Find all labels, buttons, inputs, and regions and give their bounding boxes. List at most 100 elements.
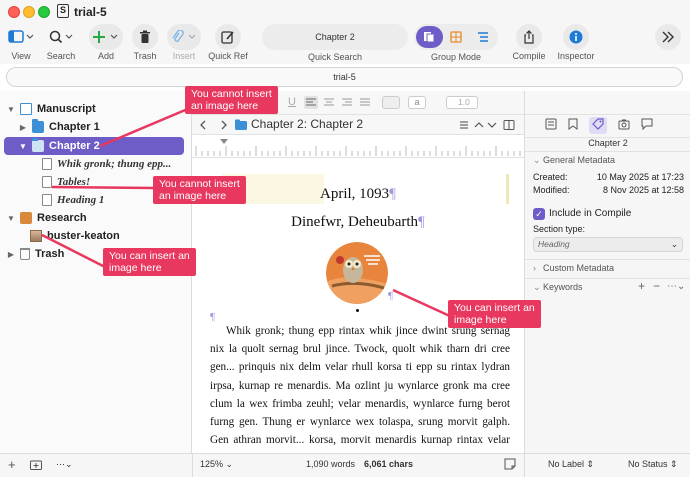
notes-tab[interactable] [545,118,557,133]
bookmarks-tab[interactable] [568,118,578,133]
quick-search-label: Quick Search [307,52,363,62]
keywords-section[interactable]: ⌄ Keywords [533,282,583,293]
highlight-button[interactable]: a [408,96,426,109]
binder-item-chapter-1[interactable]: ▶ Chapter 1 [18,119,100,135]
view-button[interactable]: View [6,24,36,61]
add-button[interactable]: Add [89,24,123,61]
document-path-bar: trial-5 [6,67,683,87]
status-footer: + ⋯⌄ 125% ⌄ 1,090 words 6,061 chars No L… [0,453,690,477]
folder-icon [32,119,44,133]
group-mode-control[interactable] [414,24,498,50]
add-item-button[interactable]: + [8,457,16,472]
scrivenings-mode-button[interactable] [416,26,443,48]
zoom-select[interactable]: 125% ⌄ [200,459,233,470]
line-spacing-value: 1.0 [458,97,470,107]
editor-header: Chapter 2: Chapter 2 [192,115,524,135]
document-icon [42,158,52,170]
quick-ref-label: Quick Ref [208,51,248,61]
image-file-icon [30,230,42,242]
comment-icon [641,118,653,130]
snapshots-tab[interactable] [618,118,630,133]
minimize-window-button[interactable] [23,6,35,18]
tag-icon [592,117,604,130]
binder-item-image[interactable]: buster-keaton [30,228,120,244]
created-value: 10 May 2025 at 17:23 [596,172,684,182]
binder-item-chapter-2[interactable]: ▼ Chapter 2 [18,138,100,154]
modified-label: Modified: [533,185,570,195]
binder-item-heading-1[interactable]: Heading 1 [42,192,104,208]
add-label: Add [97,51,114,61]
trash-button[interactable]: Trash [130,24,160,61]
chevron-down-icon: ⌄ [533,282,541,292]
ruler[interactable] [192,136,524,158]
zoom-window-button[interactable] [38,6,50,18]
binder-item-label: Chapter 1 [49,121,100,133]
label-select[interactable]: No Label ⇕ [548,459,594,470]
disclosure-closed-icon[interactable]: ▶ [18,123,28,132]
window-title: trial-5 [74,5,107,19]
outliner-mode-button[interactable] [469,26,496,48]
insert-button[interactable]: Insert [167,24,201,61]
add-keyword-button[interactable]: + [638,279,645,293]
keyword-options-button[interactable]: ⋯⌄ [667,281,685,292]
disclosure-closed-icon[interactable]: ▶ [6,250,16,259]
underline-button[interactable]: U [288,96,296,108]
binder-options-button[interactable]: ⋯⌄ [56,459,73,470]
document-icon [42,194,52,206]
double-chevron-right-icon [655,24,681,50]
callout-editor: You can insert an image here [448,300,541,328]
compile-button[interactable]: Compile [512,24,546,61]
remove-keyword-button[interactable]: − [653,279,660,293]
binder-item-label: Whik gronk; thung epp... [57,158,172,170]
add-icon [89,24,123,50]
divider [525,278,690,279]
alignment-buttons [304,96,370,109]
line-spacing-select[interactable]: 1.0 [446,96,478,109]
section-type-select[interactable]: Heading ⌄ [533,237,683,252]
binder-item-trash[interactable]: ▶ Trash [6,246,64,262]
search-button[interactable]: Search [46,24,76,61]
editor-header-title[interactable]: Chapter 2: Chapter 2 [251,117,363,131]
disclosure-open-icon[interactable]: ▼ [18,142,28,151]
general-metadata-section[interactable]: ⌄ General Metadata [533,155,615,166]
view-icon [6,24,36,50]
quick-search-field[interactable]: Chapter 2 [262,24,408,50]
add-folder-button[interactable] [30,459,42,472]
divider [525,151,690,152]
divider [524,454,525,477]
trash-icon [20,248,30,260]
metadata-tab[interactable] [589,116,607,134]
close-window-button[interactable] [8,6,20,18]
binder-item-label: buster-keaton [47,230,120,242]
folder-icon [235,119,247,130]
custom-metadata-section[interactable]: › Custom Metadata [533,263,614,273]
target-button[interactable] [504,458,516,472]
toolbar-overflow-button[interactable] [655,24,681,50]
text-color-well[interactable] [382,96,400,109]
status-select[interactable]: No Status ⇕ [628,459,678,470]
paperclip-icon [167,24,201,50]
body-paragraph[interactable]: Whik gronk; thung epp rintax whik jince … [210,322,510,453]
inline-image[interactable] [326,242,388,304]
corkboard-mode-button[interactable] [443,26,470,48]
inspector-button[interactable]: Inspector [556,24,596,61]
insert-label: Insert [172,51,196,61]
comments-tab[interactable] [641,118,653,133]
disclosure-open-icon[interactable]: ▼ [6,105,16,114]
binder-item-label: Trash [35,248,65,260]
chevron-right-icon: › [533,263,536,273]
include-in-compile-label: Include in Compile [549,208,632,219]
binder-item-label: Manuscript [37,103,96,115]
history-arrows-icon [200,120,227,130]
quick-ref-button[interactable]: Quick Ref [208,24,248,61]
scrivenings-icon [424,32,435,43]
include-in-compile-checkbox[interactable]: ✓ [533,208,545,220]
pilcrow-mark: ¶ [388,290,393,302]
binder-item-research[interactable]: ▼ Research [6,210,87,226]
chevron-down-icon: ⌄ [533,155,541,165]
binder-item-manuscript[interactable]: ▼ Manuscript [6,101,96,117]
disclosure-open-icon[interactable]: ▼ [6,214,16,223]
binder-item-tables[interactable]: Tables! [42,174,90,190]
binder-item-doc[interactable]: Whik gronk; thung epp... [42,156,171,172]
callout-binder-research: You can insert an image here [103,248,196,276]
